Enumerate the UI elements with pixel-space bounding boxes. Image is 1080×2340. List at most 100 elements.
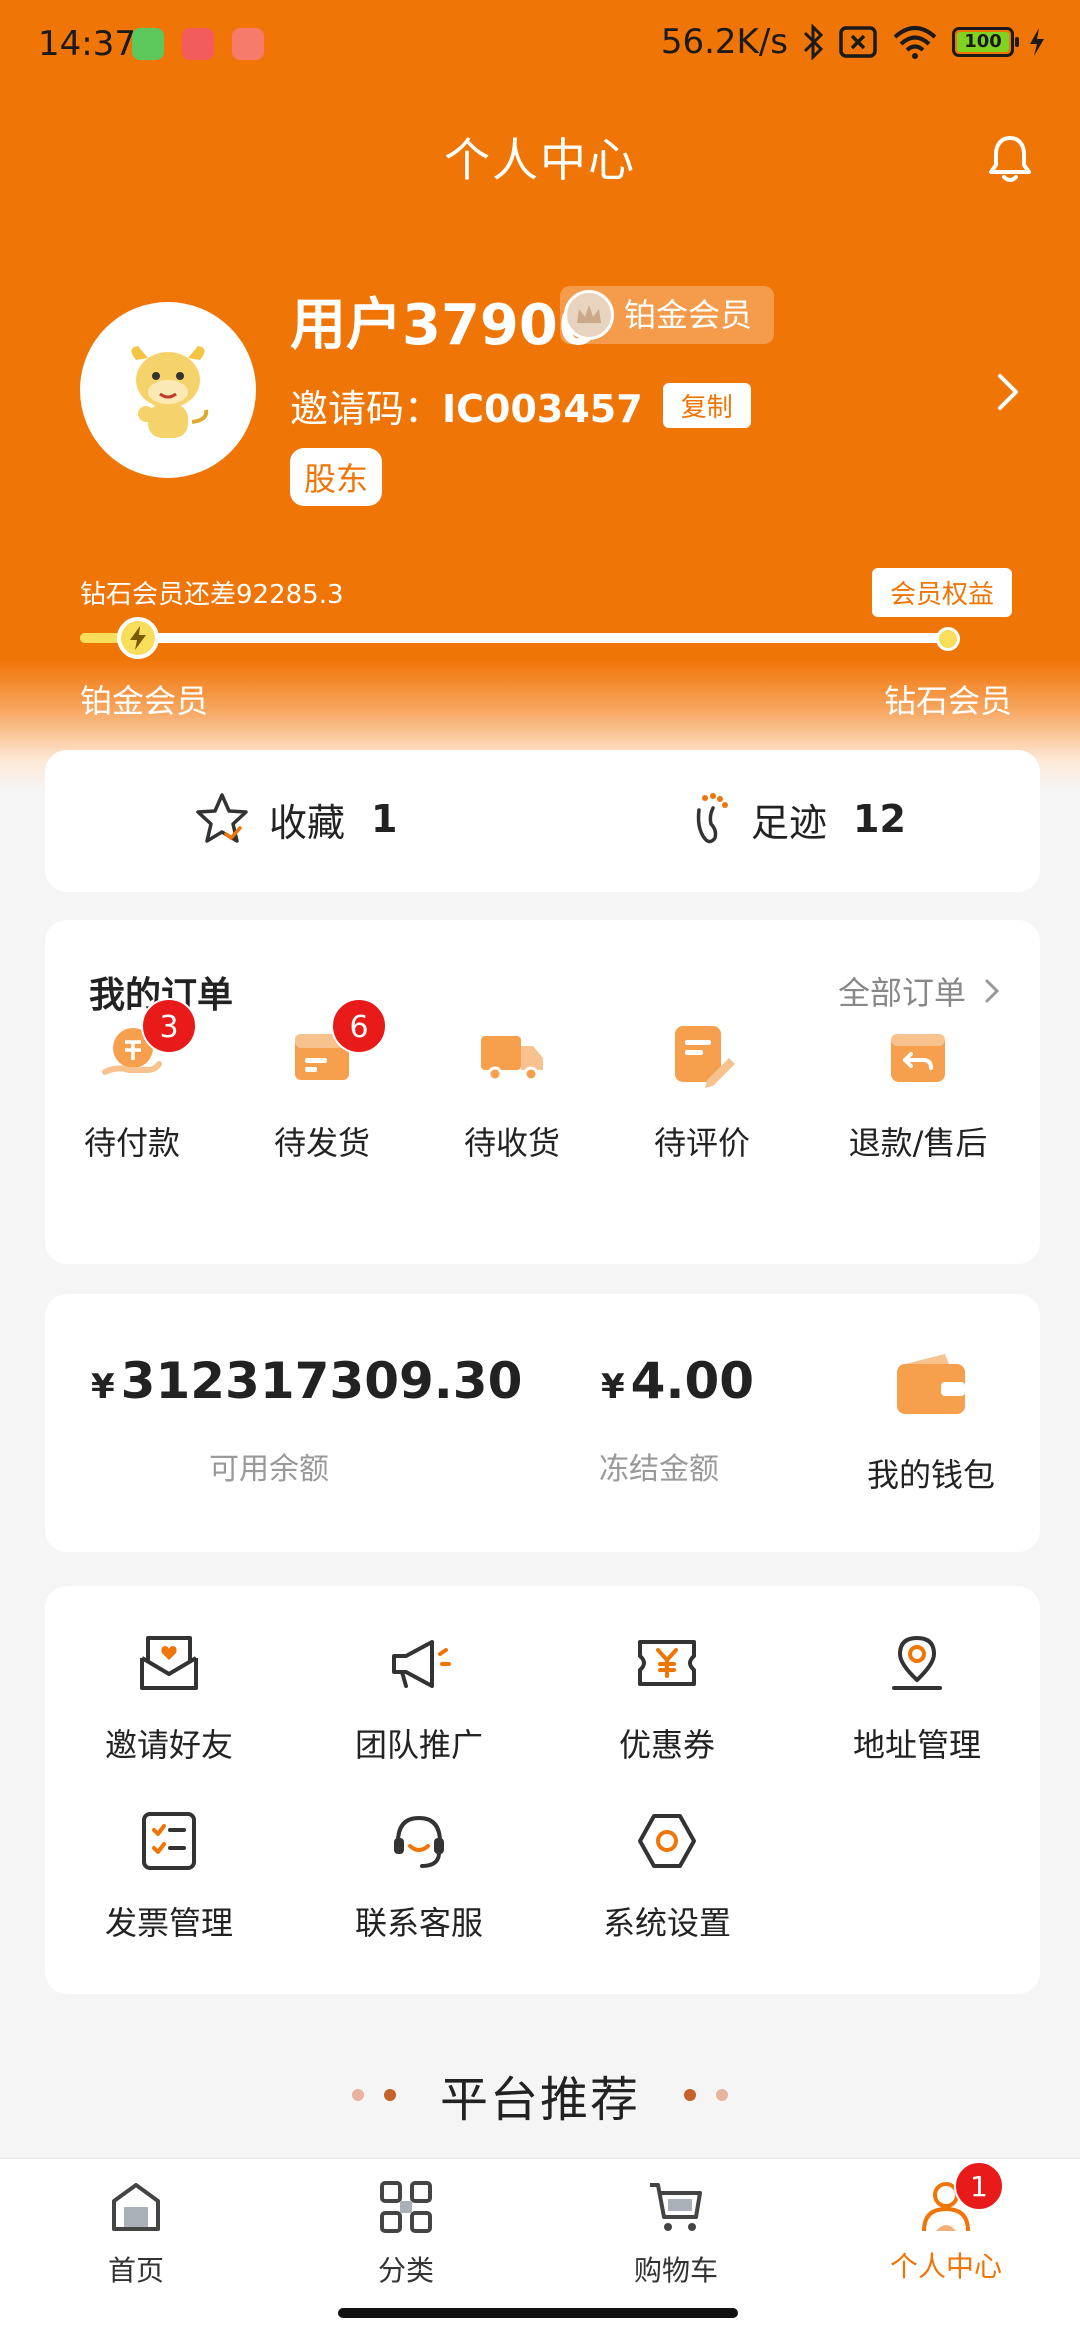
current-level-label: 铂金会员 [80, 682, 209, 720]
shareholder-tag: 股东 [290, 448, 383, 506]
member-benefits-button[interactable]: 会员权益 [872, 568, 1013, 617]
pending-payment-badge: 3 [141, 998, 197, 1054]
wifi-icon [893, 26, 937, 59]
charging-icon [1030, 28, 1044, 56]
favorites-count: 1 [371, 797, 398, 841]
recommend-header: 平台推荐 [0, 2060, 1080, 2130]
lightning-icon [130, 626, 146, 650]
available-label: 可用余额 [209, 1452, 329, 1487]
decor-dot [684, 2089, 696, 2101]
home-indicator [338, 2308, 738, 2318]
tool-label: 联系客服 [354, 1904, 483, 1942]
tab-category[interactable]: 分类 [306, 2177, 506, 2289]
order-pending-shipment[interactable]: 6 待发货 [227, 998, 417, 1164]
level-progress-track [80, 633, 950, 643]
review-note-icon [675, 1026, 735, 1088]
wallet-card: ¥312317309.30 可用余额 ¥4.00 冻结金额 我的钱包 [45, 1294, 1040, 1552]
delivery-truck-icon [481, 1036, 543, 1082]
frozen-label: 冻结金额 [599, 1452, 719, 1487]
no-sim-icon [839, 26, 877, 58]
cow-mascot-icon [131, 346, 209, 438]
tools-card: 邀请好友 团队推广 优惠券 地址管理 发票管理 联系客服 系统设置 [45, 1586, 1040, 1994]
wallet-icon[interactable] [895, 1350, 967, 1416]
tab-profile[interactable]: 1 个人中心 [846, 2161, 1046, 2285]
member-level-badge[interactable]: 铂金会员 [560, 286, 775, 344]
orders-card: 我的订单 全部订单 3 待付款 6 待发货 待收货 待评价 退款/售后 [45, 920, 1040, 1264]
tool-label: 地址管理 [852, 1726, 981, 1764]
category-grid-icon [380, 2181, 432, 2233]
favorites-button[interactable]: 收藏 1 [193, 790, 397, 848]
bluetooth-icon [803, 24, 824, 60]
all-orders-label: 全部订单 [837, 974, 966, 1012]
available-balance[interactable]: ¥312317309.30 [91, 1352, 522, 1410]
frozen-amount: 4.00 [630, 1352, 755, 1410]
currency-symbol: ¥ [601, 1367, 625, 1407]
order-label: 退款/售后 [848, 1124, 988, 1162]
decor-dot [351, 2089, 364, 2101]
order-label: 待发货 [273, 1124, 370, 1162]
invite-label: 邀请码： [290, 387, 443, 431]
star-icon [196, 793, 248, 843]
tool-label: 团队推广 [354, 1726, 483, 1764]
network-speed: 56.2K/s [660, 22, 788, 62]
footprint-icon [696, 793, 728, 844]
favorites-label: 收藏 [269, 800, 346, 845]
cart-icon [650, 2183, 702, 2231]
chevron-right-icon[interactable] [994, 372, 1022, 412]
coupons-button[interactable]: 优惠券 [557, 1630, 777, 1766]
megaphone-icon [392, 1640, 451, 1688]
recommend-title: 平台推荐 [439, 2072, 640, 2128]
tab-cart[interactable]: 购物车 [576, 2177, 776, 2289]
avatar[interactable] [80, 302, 256, 478]
invoice-management-button[interactable]: 发票管理 [59, 1808, 279, 1944]
order-pending-review[interactable]: 待评价 [607, 1020, 797, 1164]
system-settings-button[interactable]: 系统设置 [557, 1808, 777, 1944]
username: 用户37906 [290, 293, 597, 358]
app-notification-icon [232, 28, 264, 60]
status-time: 14:37 [38, 24, 136, 64]
tool-label: 系统设置 [602, 1904, 731, 1942]
tool-label: 优惠券 [618, 1726, 715, 1764]
tool-label: 发票管理 [104, 1904, 233, 1942]
order-pending-receipt[interactable]: 待收货 [417, 1020, 607, 1164]
next-level-label: 钻石会员 [884, 682, 1013, 720]
page-title: 个人中心 [444, 133, 636, 187]
decor-dot [383, 2089, 396, 2101]
notification-bell-icon[interactable] [983, 132, 1037, 186]
profile-tab-badge: 1 [954, 2161, 1004, 2211]
coupon-icon [638, 1640, 696, 1686]
pending-shipment-badge: 6 [331, 998, 387, 1054]
address-management-button[interactable]: 地址管理 [807, 1630, 1027, 1766]
all-orders-link[interactable]: 全部订单 [838, 968, 1000, 1014]
invite-envelope-icon [140, 1636, 198, 1690]
battery-icon: 100 [952, 27, 1019, 57]
order-refund-aftersale[interactable]: 退款/售后 [823, 1020, 1013, 1164]
level-progress-end [936, 627, 960, 651]
order-pending-payment[interactable]: 3 待付款 [37, 998, 227, 1164]
level-remaining-text: 钻石会员还差92285.3 [80, 580, 344, 610]
shortcuts-card: 收藏 1 足迹 12 [45, 750, 1040, 892]
tab-home[interactable]: 首页 [36, 2177, 236, 2289]
my-wallet-button[interactable]: 我的钱包 [867, 1450, 995, 1496]
location-pin-icon [892, 1636, 942, 1690]
invite-code: IC003457 [442, 387, 643, 431]
footprint-count: 12 [853, 797, 906, 841]
invoice-checklist-icon [142, 1812, 196, 1870]
member-level-label: 铂金会员 [624, 296, 753, 334]
frozen-balance[interactable]: ¥4.00 [601, 1352, 754, 1410]
app-notification-icon [182, 28, 214, 60]
app-notification-icon [132, 28, 164, 60]
footprint-button[interactable]: 足迹 12 [687, 790, 906, 848]
hexagon-settings-icon [638, 1814, 696, 1868]
copy-button[interactable]: 复制 [662, 383, 751, 428]
tab-label: 个人中心 [889, 2250, 1002, 2283]
headset-icon [394, 1815, 444, 1868]
footprint-label: 足迹 [751, 800, 828, 845]
order-label: 待付款 [83, 1124, 180, 1162]
invite-friends-button[interactable]: 邀请好友 [59, 1630, 279, 1766]
order-label: 待评价 [653, 1124, 750, 1162]
customer-service-button[interactable]: 联系客服 [309, 1808, 529, 1944]
team-promotion-button[interactable]: 团队推广 [309, 1630, 529, 1766]
tab-label: 分类 [377, 2254, 434, 2287]
decor-dot [716, 2089, 728, 2101]
